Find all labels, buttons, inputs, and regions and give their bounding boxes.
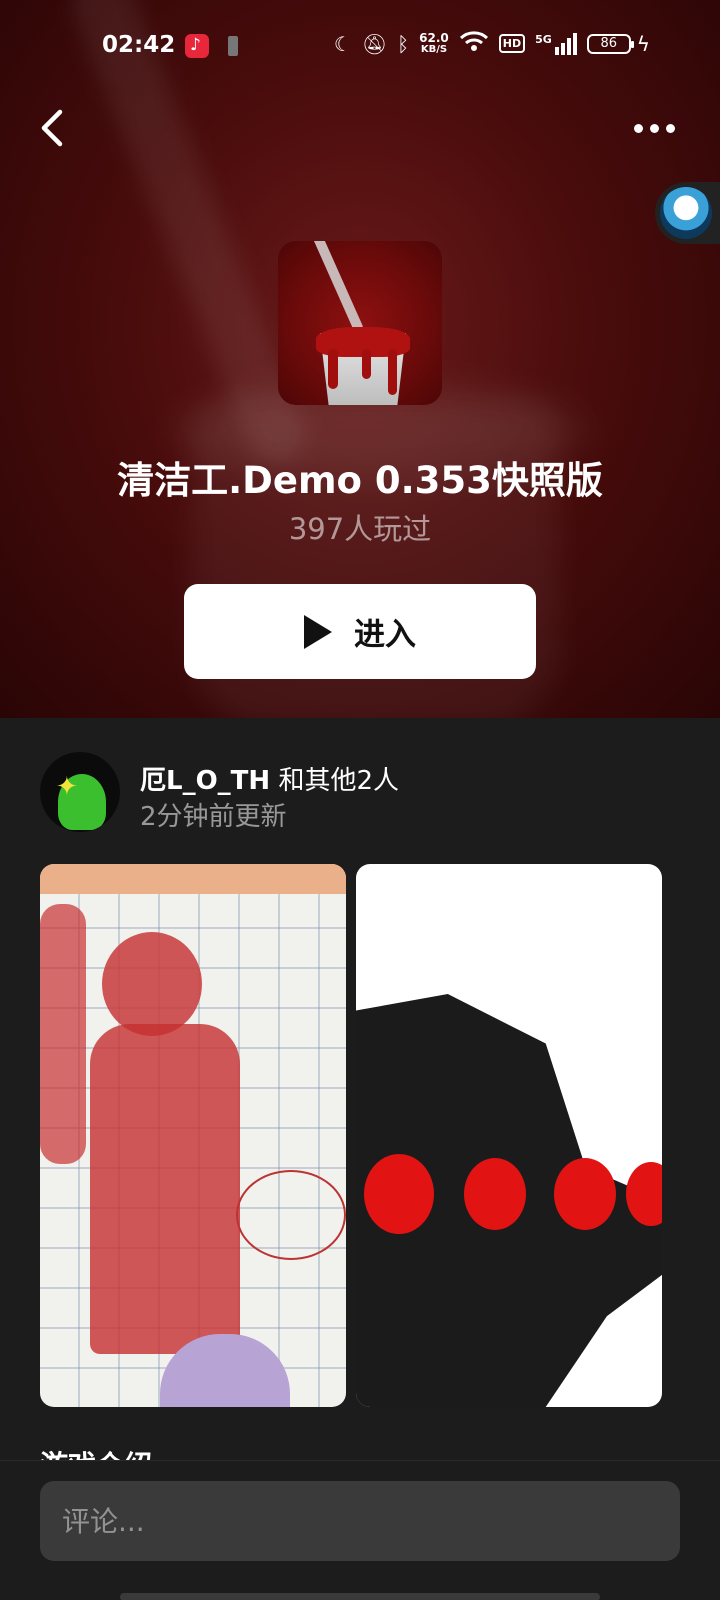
home-indicator[interactable] — [120, 1593, 600, 1600]
signal-type: 5G — [535, 32, 552, 46]
game-icon-art — [362, 349, 371, 379]
image-art — [102, 932, 202, 1036]
network-speed-unit: KB/S — [420, 43, 448, 55]
screenshot-image[interactable] — [40, 864, 346, 1407]
network-speed: 62.0 KB/S — [419, 32, 449, 56]
play-icon — [304, 614, 332, 649]
update-time: 2分钟前更新 — [140, 802, 287, 832]
more-icon-dot — [650, 123, 659, 133]
image-art — [464, 1158, 526, 1230]
signal-icon: 5G — [535, 32, 577, 55]
image-art — [40, 864, 346, 894]
author-others: 和其他2人 — [278, 766, 399, 796]
image-art — [554, 1158, 616, 1230]
notification-icon — [228, 36, 238, 56]
author-avatar[interactable]: ✦ — [40, 752, 120, 832]
network-speed-value: 62.0 — [419, 30, 449, 45]
comment-input[interactable] — [40, 1481, 680, 1561]
game-icon — [278, 241, 442, 405]
author-info[interactable]: 厄L_O_TH 和其他2人 — [140, 760, 399, 797]
image-art — [40, 904, 86, 1164]
played-count: 397人玩过 — [288, 512, 432, 546]
game-icon-art — [328, 349, 338, 389]
game-title: 清洁工.Demo 0.353快照版 — [117, 459, 603, 502]
avatar-image — [660, 187, 712, 239]
game-hero: 02:42 ☾ 🔕︎ ᛒ 62.0 KB/S HD 5G 86 ϟ — [0, 0, 720, 718]
back-button[interactable] — [34, 106, 74, 150]
battery-icon: 86 — [586, 33, 634, 54]
image-art — [90, 1024, 240, 1354]
image-art — [364, 1154, 434, 1234]
charging-icon: ϟ — [636, 31, 650, 56]
hd-badge: HD — [498, 34, 526, 53]
game-icon-art — [388, 349, 397, 395]
music-app-icon — [185, 34, 209, 58]
bluetooth-icon: ᛒ — [397, 31, 410, 56]
wifi-icon — [459, 30, 489, 57]
status-bar: 02:42 ☾ 🔕︎ ᛒ 62.0 KB/S HD 5G 86 ϟ — [0, 24, 720, 68]
game-icon-art — [310, 241, 365, 334]
status-icons: ☾ 🔕︎ ᛒ 62.0 KB/S HD 5G 86 ϟ — [334, 30, 650, 57]
more-button[interactable] — [634, 114, 684, 142]
enter-game-button[interactable]: 进入 — [184, 584, 536, 679]
moon-icon: ☾ — [333, 31, 352, 56]
comment-bar — [0, 1460, 720, 1600]
status-time: 02:42 — [102, 32, 176, 58]
mute-icon: 🔕︎ — [361, 31, 388, 56]
author-name: 厄L_O_TH — [140, 766, 271, 796]
enter-button-label: 进入 — [354, 617, 416, 653]
image-art — [236, 1170, 346, 1260]
back-icon — [41, 109, 63, 147]
more-icon-dot — [666, 123, 675, 133]
floating-user-avatar[interactable] — [655, 182, 720, 244]
screenshot-image[interactable] — [356, 864, 662, 1407]
star-icon: ✦ — [56, 772, 78, 802]
more-icon — [634, 123, 643, 133]
